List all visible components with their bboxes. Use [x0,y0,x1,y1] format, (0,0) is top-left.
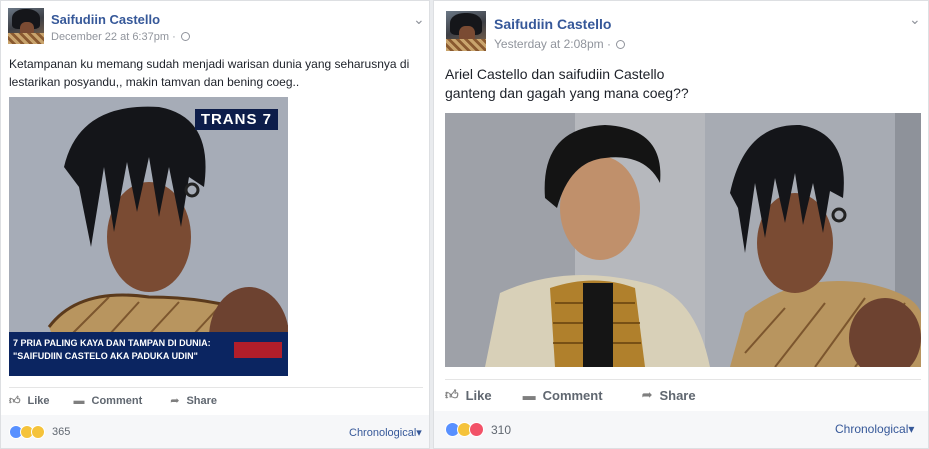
caption-line-1: 7 PRIA PALING KAYA DAN TAMPAN DI DUNIA: [13,338,211,348]
divider [9,387,423,388]
post-text: Ketampanan ku memang sudah menjadi waris… [9,57,410,89]
action-bar: 👍︎ Like ▬ Comment ➦ Share [445,387,696,403]
caret-down-icon: ▾ [908,422,915,436]
post-meta: December 22 at 6:37pm · [51,31,190,43]
comment-icon: ▬ [522,387,536,403]
news-caption-bar: 7 PRIA PALING KAYA DAN TAMPAN DI DUNIA: … [9,332,288,376]
comment-sort-dropdown[interactable]: Chronological▾ [835,422,914,436]
photo-illustration [445,113,921,367]
action-bar: 👍︎ Like ▬ Comment ➦ Share [9,394,217,408]
author-name[interactable]: Saifudiin Castello [494,16,611,32]
reaction-summary[interactable]: 365 [9,425,70,439]
post-photo[interactable] [445,113,921,367]
divider [445,379,921,380]
reaction-count: 365 [52,426,71,438]
like-button[interactable]: 👍︎ Like [9,394,50,408]
right-post: ⌄ Saifudiin Castello Yesterday at 2:08pm… [433,0,929,449]
post-text: Ariel Castello dan saifudiin Castello ga… [445,65,689,103]
reaction-count: 310 [491,422,512,437]
chevron-down-icon[interactable]: ⌄ [413,11,425,28]
timestamp[interactable]: Yesterday at 2:08pm [494,37,604,51]
post-meta: Yesterday at 2:08pm · [494,37,626,51]
author-name[interactable]: Saifudiin Castello [51,12,160,27]
post-text-line-1: Ariel Castello dan saifudiin Castello [445,66,665,82]
share-icon: ➦ [641,387,653,402]
globe-icon [616,40,626,49]
like-icon: 👍︎ [445,387,459,402]
post-text-line-2: ganteng dan gagah yang mana coeg?? [445,85,689,101]
avatar[interactable] [446,11,486,51]
avatar[interactable] [8,8,44,44]
share-icon: ➦ [170,395,180,407]
left-post: ⌄ Saifudiin Castello December 22 at 6:37… [0,0,430,449]
channel-logo: TRANS 7 [194,109,278,130]
love-reaction-icon [469,422,484,437]
globe-icon [180,32,190,41]
like-icon: 👍︎ [9,395,21,407]
comment-button[interactable]: ▬ Comment [523,387,603,403]
comment-button[interactable]: ▬ Comment [74,394,143,407]
chevron-down-icon[interactable]: ⌄ [909,11,921,28]
comment-icon: ▬ [73,394,85,407]
wow-reaction-icon [31,425,45,439]
like-button[interactable]: 👍︎ Like [445,387,492,403]
share-button[interactable]: ➦ Share [170,394,217,408]
reaction-summary[interactable]: 310 [445,422,511,437]
comment-sort-dropdown[interactable]: Chronological▾ [349,426,422,439]
news-ticker-badge [234,342,282,358]
share-button[interactable]: ➦ Share [642,387,696,403]
post-photo[interactable]: TRANS 7 7 PRIA PALING KAYA DAN TAMPAN DI… [9,97,288,376]
caret-down-icon: ▾ [416,427,422,439]
caption-line-2: "SAIFUDIIN CASTELO AKA PADUKA UDIN" [13,351,198,361]
timestamp[interactable]: December 22 at 6:37pm [51,31,169,43]
